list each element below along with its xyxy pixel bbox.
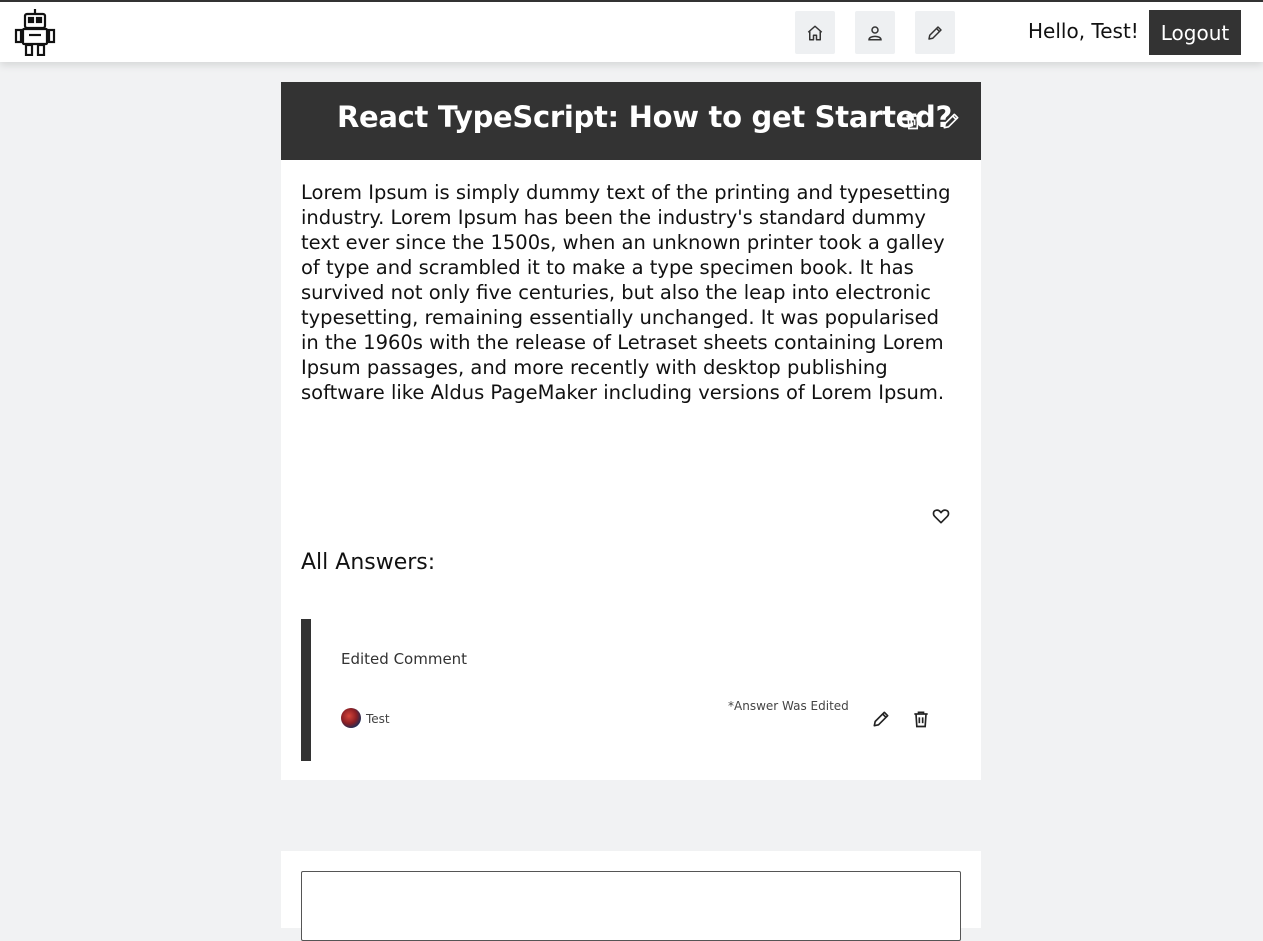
answer-input[interactable] <box>301 871 961 941</box>
trash-icon <box>914 711 928 728</box>
answer-accent-bar <box>301 619 311 761</box>
avatar <box>341 708 361 728</box>
logout-button[interactable]: Logout <box>1149 10 1241 55</box>
pencil-icon <box>873 711 889 727</box>
delete-question-button[interactable] <box>903 111 923 131</box>
answer-author: Test <box>366 712 390 726</box>
edit-question-button[interactable] <box>941 111 961 131</box>
heart-icon <box>932 509 950 524</box>
like-button[interactable] <box>931 506 951 526</box>
robot-icon[interactable] <box>14 8 56 57</box>
pencil-icon <box>928 25 942 40</box>
question-title-bar: React TypeScript: How to get Started? <box>281 82 981 160</box>
greeting-text: Hello, Test! <box>1028 19 1139 43</box>
delete-answer-button[interactable] <box>911 709 931 729</box>
answer-text: Edited Comment <box>341 650 468 668</box>
trash-icon <box>906 113 920 130</box>
question-card: React TypeScript: How to get Started? Lo… <box>281 82 981 780</box>
user-icon <box>868 25 882 40</box>
answer-edited-note: *Answer Was Edited <box>728 699 849 713</box>
answers-heading: All Answers: <box>301 550 436 575</box>
question-title: React TypeScript: How to get Started? <box>337 100 953 134</box>
top-navbar: Hello, Test! Logout <box>0 0 1263 62</box>
question-body: Lorem Ipsum is simply dummy text of the … <box>301 181 951 404</box>
answer-form-card <box>281 851 981 941</box>
home-icon <box>807 25 823 40</box>
edit-answer-button[interactable] <box>871 709 891 729</box>
nav-home-button[interactable] <box>795 11 835 54</box>
nav-profile-button[interactable] <box>855 11 895 54</box>
pencil-icon <box>943 113 959 129</box>
answer-item: Edited Comment Test *Answer Was Edited <box>301 619 941 761</box>
nav-write-button[interactable] <box>915 11 955 54</box>
